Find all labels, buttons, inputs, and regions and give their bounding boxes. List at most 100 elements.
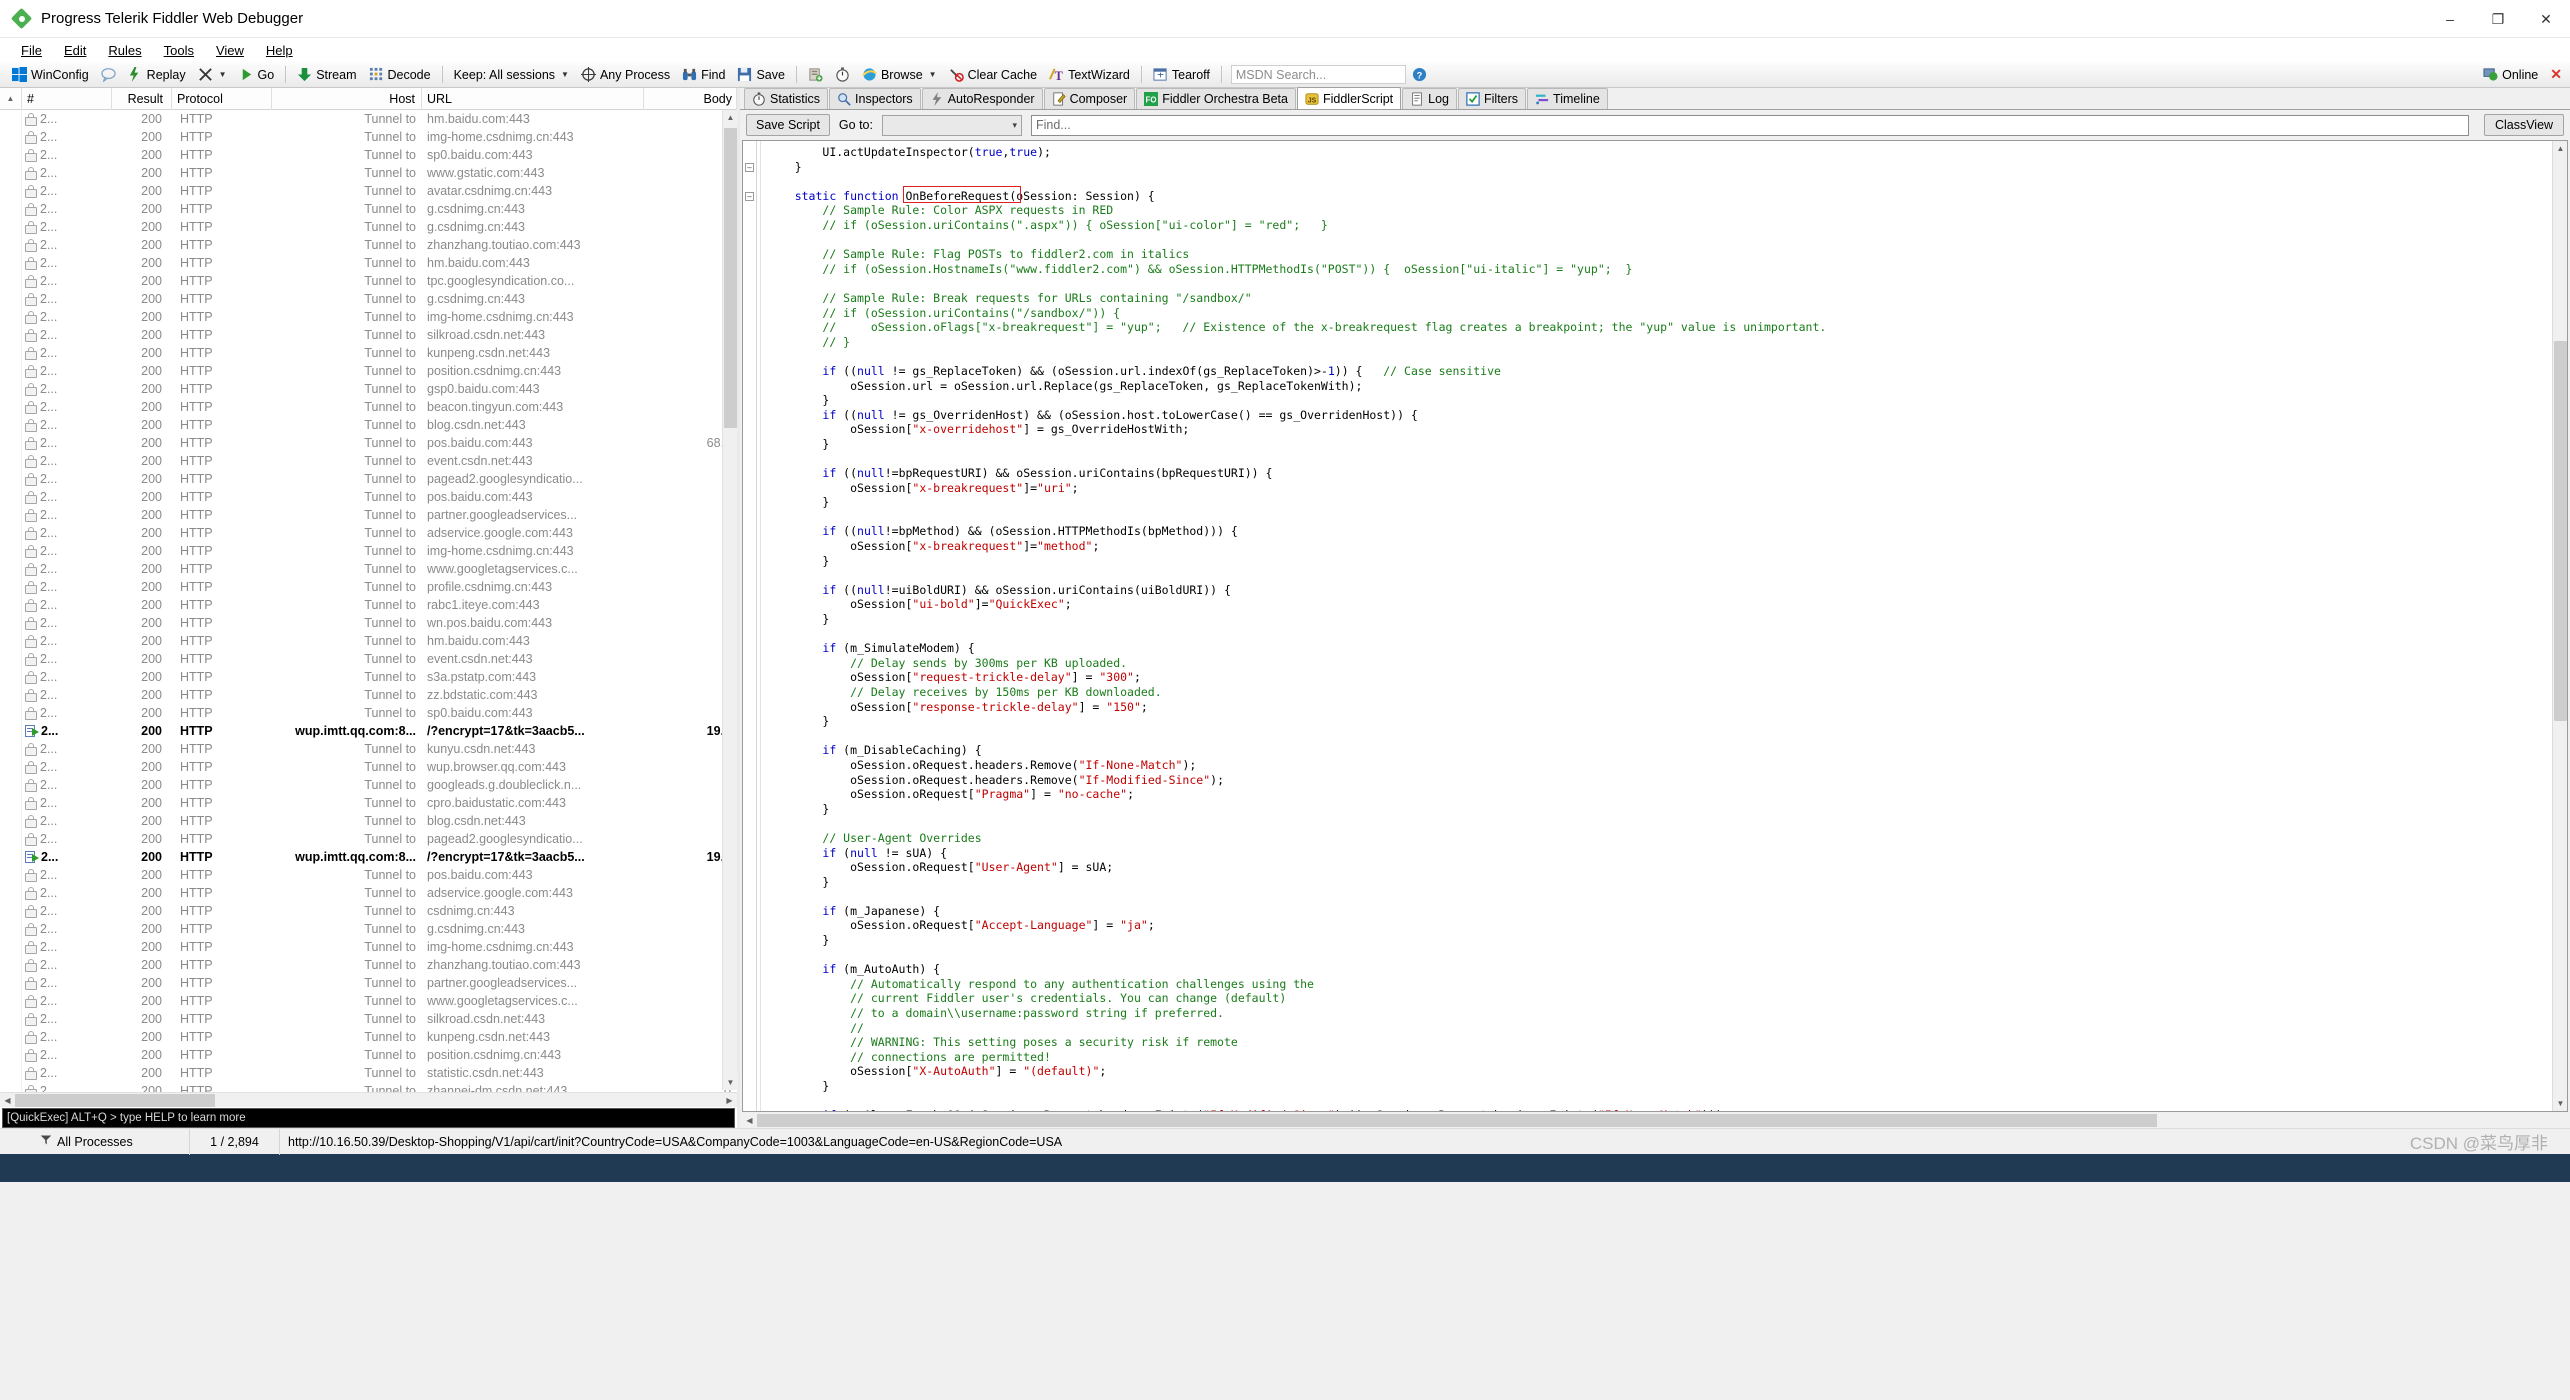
- online-status-button[interactable]: Online: [2477, 66, 2544, 83]
- scroll-thumb[interactable]: [724, 128, 737, 428]
- hscroll-thumb[interactable]: [15, 1093, 215, 1107]
- any-process-button[interactable]: Any Process: [575, 66, 676, 83]
- table-row[interactable]: 2...200HTTPTunnel toblog.csdn.net:4430: [0, 416, 737, 434]
- table-row[interactable]: 2... 200 HTTP Tunnel to kunpeng.csdn.net:443…: [0, 344, 737, 362]
- close-button[interactable]: ✕: [2522, 0, 2570, 38]
- table-row[interactable]: 2... 200 HTTP Tunnel to silkroad.csdn.net:44…: [0, 1010, 737, 1028]
- editor-hscroll-left-icon[interactable]: ◀: [742, 1113, 757, 1128]
- table-row[interactable]: 2... 200 HTTP Tunnel to adservice.google.com…: [0, 524, 737, 542]
- find-button[interactable]: Find: [676, 66, 731, 83]
- editor-code-area[interactable]: UI.actUpdateInspector(true,true); } stat…: [761, 141, 2567, 1111]
- menu-tools[interactable]: Tools: [153, 41, 205, 60]
- table-row[interactable]: 2... 200 HTTP Tunnel to statistic.csdn.net:4…: [0, 1064, 737, 1082]
- timer-button[interactable]: [829, 66, 856, 83]
- tab-timeline[interactable]: Timeline: [1527, 88, 1608, 109]
- tab-filters[interactable]: Filters: [1458, 88, 1527, 109]
- table-row[interactable]: 2... 200 HTTP Tunnel to partner.googleadserv…: [0, 974, 737, 992]
- script-find-input[interactable]: Find...: [1030, 114, 2469, 136]
- table-row[interactable]: 2... 200 HTTP Tunnel to zhanzhang.toutiao.co…: [0, 236, 737, 254]
- table-row[interactable]: 2... 200 HTTP Tunnel to pagead2.googlesyndic…: [0, 830, 737, 848]
- table-row[interactable]: 2... 200 HTTP Tunnel to pos.baidu.com:443 68.…: [0, 434, 737, 452]
- column-header-url[interactable]: URL: [422, 87, 644, 110]
- table-row[interactable]: 2... 200 HTTP Tunnel to pagead2.googlesyndic…: [0, 470, 737, 488]
- table-row[interactable]: 2... 200 HTTP Tunnel to adservice.google.com…: [0, 884, 737, 902]
- hscroll-track[interactable]: [15, 1093, 722, 1108]
- menu-rules[interactable]: Rules: [97, 41, 152, 60]
- table-row[interactable]: 2...200HTTPTunnel tog.csdnimg.cn:4430: [0, 920, 737, 938]
- msdn-search-input[interactable]: MSDN Search...: [1230, 65, 1406, 84]
- table-row[interactable]: 2...200HTTPTunnel topos.baidu.com:4430: [0, 866, 737, 884]
- table-row[interactable]: 2...200HTTPTunnel toevent.csdn.net:4430: [0, 452, 737, 470]
- table-row[interactable]: 2...200HTTPTunnel togsp0.baidu.com:4430: [0, 380, 737, 398]
- table-row[interactable]: 2... 200 HTTP Tunnel to img-home.csdnimg.cn:…: [0, 938, 737, 956]
- column-header-num[interactable]: #: [22, 87, 112, 110]
- table-row[interactable]: 2... 200 HTTP Tunnel to www.googletagservice…: [0, 560, 737, 578]
- maximize-button[interactable]: ❐: [2474, 0, 2522, 38]
- menu-view[interactable]: View: [205, 41, 255, 60]
- table-row[interactable]: 2...200HTTPTunnel tocsdnimg.cn:4430: [0, 902, 737, 920]
- tab-fiddlerscript[interactable]: JS FiddlerScript: [1296, 87, 1402, 109]
- hscroll-left-arrow-icon[interactable]: ◀: [0, 1093, 15, 1108]
- editor-hscroll-track[interactable]: [757, 1113, 2568, 1128]
- editor-vertical-scrollbar[interactable]: ▲ ▼: [2552, 141, 2567, 1111]
- save-button[interactable]: Save: [731, 66, 791, 83]
- menu-help[interactable]: Help: [255, 41, 304, 60]
- table-row[interactable]: 2...200HTTPTunnel tohm.baidu.com:4430: [0, 632, 737, 650]
- status-processes[interactable]: All Processes: [0, 1128, 190, 1155]
- fold-toggle-icon[interactable]: –: [745, 192, 754, 201]
- go-button[interactable]: Go: [233, 66, 281, 83]
- table-row[interactable]: 2... 200 HTTP wup.imtt.qq.com:8... /?encrypt…: [0, 848, 737, 866]
- online-close-icon[interactable]: ✕: [2550, 66, 2562, 83]
- table-row[interactable]: 2... 200 HTTP Tunnel to position.csdnimg.cn:…: [0, 362, 737, 380]
- menu-file[interactable]: File: [10, 41, 53, 60]
- table-row[interactable]: 2... 200 HTTP Tunnel to kunpeng.csdn.net:443…: [0, 1028, 737, 1046]
- remove-dropdown-caret-icon[interactable]: ▼: [219, 70, 227, 79]
- scroll-down-arrow-icon[interactable]: ▼: [723, 1075, 738, 1090]
- classview-button[interactable]: ClassView: [2484, 114, 2564, 136]
- table-row[interactable]: 2... 200 HTTP Tunnel to img-home.csdnimg.cn:…: [0, 128, 737, 146]
- table-row[interactable]: 2... 200 HTTP wup.imtt.qq.com:8... /?encrypt…: [0, 722, 737, 740]
- script-editor[interactable]: – – – UI.actUpdateInspector(true,true); …: [742, 140, 2568, 1112]
- table-row[interactable]: 2... 200 HTTP Tunnel to silkroad.csdn.net:44…: [0, 326, 737, 344]
- fold-toggle-icon[interactable]: –: [745, 163, 754, 172]
- goto-dropdown[interactable]: ▾: [881, 114, 1022, 136]
- column-header-host[interactable]: Host: [272, 87, 422, 110]
- tab-composer[interactable]: Composer: [1043, 88, 1136, 109]
- table-row[interactable]: 2...200HTTPTunnel tog.csdnimg.cn:4430: [0, 218, 737, 236]
- tab-fiddler-orchestra-beta[interactable]: FO Fiddler Orchestra Beta: [1136, 88, 1296, 109]
- editor-scroll-thumb[interactable]: [2554, 341, 2567, 721]
- table-row[interactable]: 2... 200 HTTP Tunnel to tpc.googlesyndicatio…: [0, 272, 737, 290]
- table-row[interactable]: 2... 200 HTTP Tunnel to partner.googleadserv…: [0, 506, 737, 524]
- tearoff-button[interactable]: Tearoff: [1147, 66, 1216, 83]
- keep-dropdown-caret-icon[interactable]: ▼: [561, 70, 569, 79]
- winconfig-button[interactable]: WinConfig: [6, 66, 95, 83]
- table-row[interactable]: 2...200HTTPTunnel tohm.baidu.com:4430: [0, 110, 737, 128]
- quickexec-input[interactable]: [QuickExec] ALT+Q > type HELP to learn m…: [2, 1108, 735, 1128]
- clear-cache-button[interactable]: Clear Cache: [943, 66, 1043, 83]
- replay-button[interactable]: Replay: [122, 66, 192, 83]
- table-row[interactable]: 2... 200 HTTP Tunnel to position.csdnimg.cn:…: [0, 1046, 737, 1064]
- table-row[interactable]: 2... 200 HTTP Tunnel to wn.pos.baidu.com:443…: [0, 614, 737, 632]
- textwizard-button[interactable]: T TextWizard: [1043, 66, 1136, 83]
- tab-inspectors[interactable]: Inspectors: [829, 88, 921, 109]
- editor-scroll-down-icon[interactable]: ▼: [2553, 1096, 2567, 1111]
- table-row[interactable]: 2...200HTTPTunnel torabc1.iteye.com:4430: [0, 596, 737, 614]
- table-row[interactable]: 2... 200 HTTP Tunnel to googleads.g.doublecl…: [0, 776, 737, 794]
- editor-hscroll-thumb[interactable]: [757, 1113, 2157, 1127]
- table-row[interactable]: 2... 200 HTTP Tunnel to www.googletagservice…: [0, 992, 737, 1010]
- editor-fold-gutter[interactable]: – – –: [743, 141, 757, 1111]
- table-row[interactable]: 2...200HTTPTunnel tosp0.baidu.com:4430: [0, 704, 737, 722]
- table-row[interactable]: 2...200HTTPTunnel tog.csdnimg.cn:4430: [0, 200, 737, 218]
- table-row[interactable]: 2...200HTTPTunnel tozz.bdstatic.com:4430: [0, 686, 737, 704]
- sessions-vertical-scrollbar[interactable]: ▲ ▼: [722, 110, 738, 1090]
- sessions-horizontal-scrollbar[interactable]: ◀ ▶: [0, 1092, 737, 1107]
- browse-dropdown-caret-icon[interactable]: ▼: [929, 70, 937, 79]
- table-row[interactable]: 2...200HTTPTunnel toblog.csdn.net:4430: [0, 812, 737, 830]
- decode-button[interactable]: Decode: [363, 66, 437, 83]
- tab-statistics[interactable]: Statistics: [744, 88, 829, 109]
- scroll-up-arrow-icon[interactable]: ▲: [723, 110, 738, 125]
- column-header-result[interactable]: Result: [112, 87, 172, 110]
- table-row[interactable]: 2...200HTTPTunnel tohm.baidu.com:4430: [0, 254, 737, 272]
- tab-log[interactable]: Log: [1402, 88, 1458, 109]
- menu-edit[interactable]: Edit: [53, 41, 97, 60]
